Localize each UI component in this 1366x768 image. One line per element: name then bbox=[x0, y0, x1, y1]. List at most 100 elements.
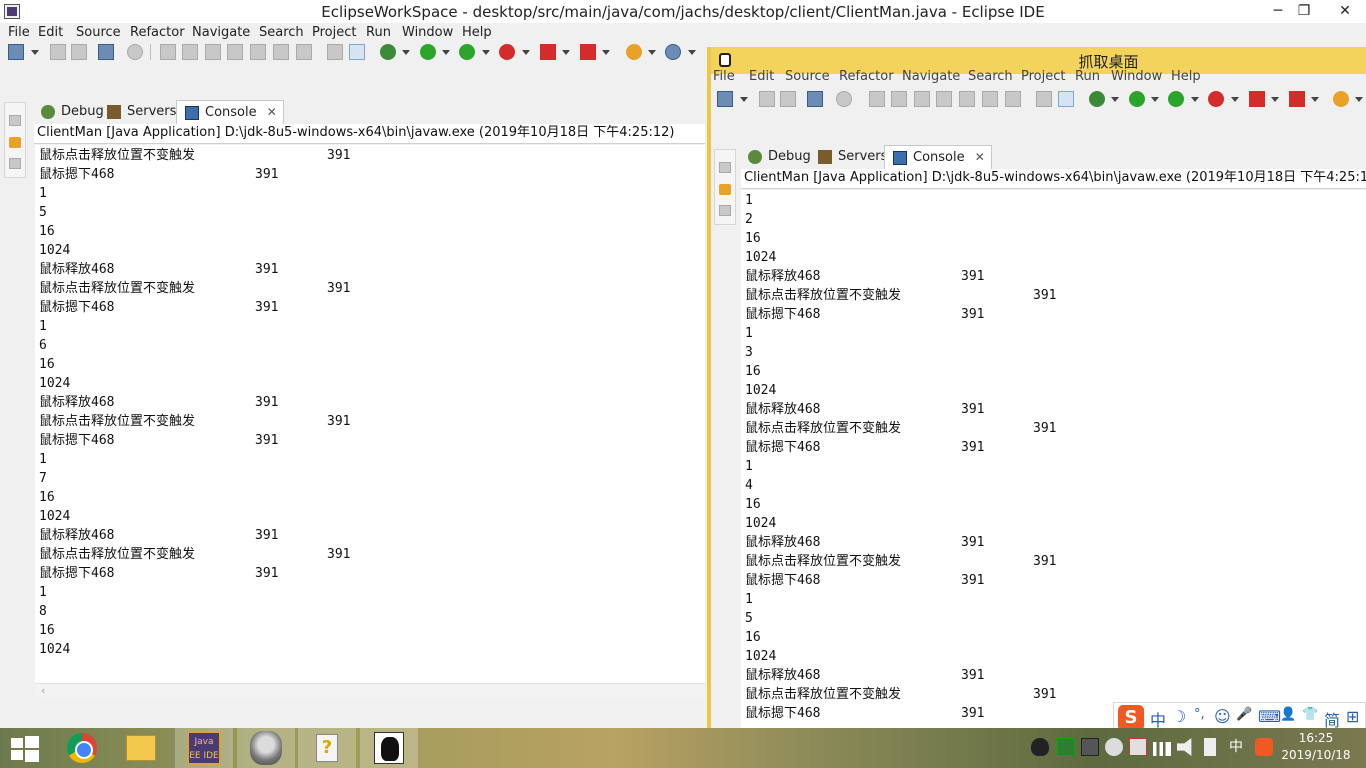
open-type-icon[interactable] bbox=[665, 44, 681, 60]
remote-stop-dropdown-icon[interactable] bbox=[1271, 97, 1279, 102]
new-icon[interactable] bbox=[8, 44, 24, 60]
remote-skip-breakpoints-icon[interactable] bbox=[836, 91, 852, 107]
ime-menu-icon[interactable]: ⊞ bbox=[1346, 707, 1359, 726]
ime-moon-icon[interactable]: ☽ bbox=[1172, 707, 1186, 726]
menu-source[interactable]: Source bbox=[76, 25, 121, 40]
menu-refactor[interactable]: Refactor bbox=[130, 25, 185, 40]
remote-deploy-dropdown-icon[interactable] bbox=[1311, 97, 1319, 102]
remote-debug-icon[interactable] bbox=[1089, 91, 1105, 107]
taskbar-eclipse-javaee[interactable]: Java EE IDE bbox=[175, 728, 233, 768]
ime-punctuation-icon[interactable]: °, bbox=[1194, 707, 1205, 722]
taskbar-chrome[interactable] bbox=[52, 728, 110, 768]
menu-project[interactable]: Project bbox=[312, 25, 356, 40]
new-dropdown-icon[interactable] bbox=[31, 50, 39, 55]
open-type-dropdown-icon[interactable] bbox=[688, 50, 696, 55]
skip-breakpoints-icon[interactable] bbox=[127, 44, 143, 60]
terminate-icon[interactable] bbox=[205, 44, 221, 60]
volume-icon[interactable] bbox=[1177, 738, 1192, 756]
run-dropdown-icon[interactable] bbox=[442, 50, 450, 55]
remote-terminal-icon[interactable] bbox=[807, 91, 823, 107]
action-center-icon[interactable] bbox=[1129, 738, 1147, 756]
run-icon[interactable] bbox=[420, 44, 436, 60]
taskbar-remote-desktop[interactable] bbox=[360, 728, 418, 768]
external-tools-icon[interactable] bbox=[499, 44, 515, 60]
remote-menu-edit[interactable]: Edit bbox=[749, 69, 774, 84]
tab-servers[interactable]: Servers bbox=[99, 100, 182, 124]
drop-to-frame-icon[interactable] bbox=[327, 44, 343, 60]
menu-file[interactable]: File bbox=[8, 25, 30, 40]
use-step-filters-icon[interactable] bbox=[349, 44, 365, 60]
remote-menu-window[interactable]: Window bbox=[1111, 69, 1162, 84]
package-explorer-icon[interactable] bbox=[9, 137, 21, 148]
remote-disconnect-icon[interactable] bbox=[936, 91, 952, 107]
suspend-icon[interactable] bbox=[182, 44, 198, 60]
disconnect-icon[interactable] bbox=[227, 44, 243, 60]
ime-keyboard-icon[interactable]: ⌨ bbox=[1258, 707, 1281, 726]
remote-run-dropdown-icon[interactable] bbox=[1151, 97, 1159, 102]
remote-run-icon[interactable] bbox=[1129, 91, 1145, 107]
ime-voice-icon[interactable]: 🎤 bbox=[1236, 707, 1252, 722]
ime-emoji-icon[interactable]: ☺ bbox=[1214, 707, 1231, 726]
remote-step-over-icon[interactable] bbox=[982, 91, 998, 107]
remote-new-icon[interactable] bbox=[717, 91, 733, 107]
resume-icon[interactable] bbox=[160, 44, 176, 60]
new-server-dropdown-icon[interactable] bbox=[648, 50, 656, 55]
system-clock[interactable]: 16:25 2019/10/18 bbox=[1276, 730, 1356, 764]
tab-console[interactable]: Console ✕ bbox=[176, 100, 284, 124]
console-output[interactable]: 鼠标点击释放位置不变触发 391 鼠标摁下468 391 1 5 16 1024 鼠标释放468… bbox=[35, 145, 705, 683]
taskbar-penguin-app[interactable] bbox=[237, 728, 295, 768]
sogou-tray-icon[interactable] bbox=[1255, 738, 1273, 756]
stop-dropdown-icon[interactable] bbox=[562, 50, 570, 55]
menu-help[interactable]: Help bbox=[462, 25, 492, 40]
terminal-icon[interactable] bbox=[98, 44, 114, 60]
remote-external-tools-icon[interactable] bbox=[1208, 91, 1224, 107]
ime-language-indicator[interactable]: 中 bbox=[1227, 738, 1245, 756]
remote-close-tab-icon[interactable]: ✕ bbox=[975, 150, 985, 164]
network-tool-icon[interactable] bbox=[1105, 738, 1123, 756]
remote-menu-search[interactable]: Search bbox=[968, 69, 1013, 84]
ime-user-icon[interactable]: 👤 bbox=[1280, 707, 1296, 722]
save-all-icon[interactable] bbox=[71, 44, 87, 60]
windows-start-icon[interactable] bbox=[11, 736, 39, 762]
save-icon[interactable] bbox=[50, 44, 66, 60]
menu-edit[interactable]: Edit bbox=[38, 25, 63, 40]
remote-save-icon[interactable] bbox=[759, 91, 775, 107]
stop-server-icon[interactable] bbox=[540, 44, 556, 60]
remote-new-server-dropdown-icon[interactable] bbox=[1355, 97, 1363, 102]
remote-coverage-icon[interactable] bbox=[1168, 91, 1184, 107]
coverage-icon[interactable] bbox=[459, 44, 475, 60]
remote-suspend-icon[interactable] bbox=[891, 91, 907, 107]
remote-step-into-icon[interactable] bbox=[959, 91, 975, 107]
display-icon[interactable] bbox=[1081, 738, 1099, 756]
remote-menu-navigate[interactable]: Navigate bbox=[902, 69, 960, 84]
remote-tab-debug[interactable]: Debug bbox=[740, 145, 817, 169]
taskbar-file-explorer[interactable] bbox=[112, 728, 170, 768]
remote-menu-refactor[interactable]: Refactor bbox=[839, 69, 894, 84]
restore-icon[interactable] bbox=[9, 115, 21, 126]
menu-run[interactable]: Run bbox=[366, 25, 391, 40]
remote-package-explorer-icon[interactable] bbox=[719, 184, 731, 195]
coverage-dropdown-icon[interactable] bbox=[482, 50, 490, 55]
horizontal-scrollbar[interactable]: ‹ bbox=[35, 683, 705, 697]
menu-search[interactable]: Search bbox=[259, 25, 304, 40]
remote-menu-file[interactable]: File bbox=[713, 69, 735, 84]
ime-skin-icon[interactable]: 👕 bbox=[1302, 707, 1318, 722]
remote-menu-source[interactable]: Source bbox=[785, 69, 830, 84]
remote-resume-icon[interactable] bbox=[869, 91, 885, 107]
remote-deploy-icon[interactable] bbox=[1289, 91, 1305, 107]
wifi-icon[interactable] bbox=[1153, 742, 1171, 756]
remote-menu-help[interactable]: Help bbox=[1171, 69, 1201, 84]
battery-icon[interactable] bbox=[1204, 738, 1216, 756]
remote-coverage-dropdown-icon[interactable] bbox=[1191, 97, 1199, 102]
external-tools-dropdown-icon[interactable] bbox=[522, 50, 530, 55]
remote-tab-console[interactable]: Console ✕ bbox=[884, 145, 992, 169]
remote-new-server-icon[interactable] bbox=[1333, 91, 1349, 107]
remote-restore-icon[interactable] bbox=[719, 162, 731, 173]
nvidia-icon[interactable] bbox=[1057, 738, 1075, 756]
taskbar-help[interactable]: ? bbox=[298, 728, 356, 768]
remote-drop-to-frame-icon[interactable] bbox=[1036, 91, 1052, 107]
remote-external-tools-dropdown-icon[interactable] bbox=[1231, 97, 1239, 102]
remote-terminate-icon[interactable] bbox=[914, 91, 930, 107]
debug-dropdown-icon[interactable] bbox=[402, 50, 410, 55]
debug-icon[interactable] bbox=[380, 44, 396, 60]
